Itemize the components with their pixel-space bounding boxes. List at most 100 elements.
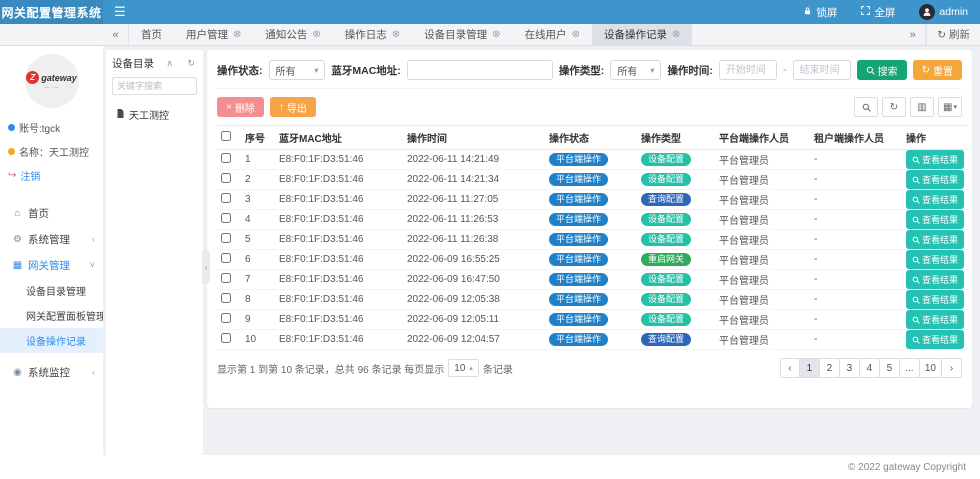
reset-icon: ↻ — [922, 65, 930, 76]
table-refresh-button[interactable]: ↻ — [882, 97, 906, 117]
tree-collapse-handle[interactable]: ‹ — [202, 250, 210, 284]
page-button[interactable]: › — [942, 358, 962, 378]
row-checkbox[interactable] — [221, 233, 231, 243]
view-result-button[interactable]: 查看结果 — [906, 210, 964, 229]
cell-tenant_user: - — [810, 290, 902, 310]
view-result-button[interactable]: 查看结果 — [906, 170, 964, 189]
sidebar-item-device-directory[interactable]: 设备目录管理 — [0, 278, 103, 303]
page-size-select[interactable]: 10 ▴ — [448, 359, 479, 377]
pagination-summary: 显示第 1 到第 10 条记录，总共 96 条记录 每页显示 — [217, 361, 444, 376]
table-columns-button[interactable]: ▦▾ — [938, 97, 962, 117]
account-row: 账号:tgck — [8, 120, 95, 135]
view-result-button[interactable]: 查看结果 — [906, 150, 964, 169]
page-button[interactable]: 10 — [920, 358, 942, 378]
tab-item[interactable]: 在线用户⊗ — [513, 24, 592, 45]
user-menu[interactable]: admin — [907, 0, 980, 24]
tabs-scroll-left-icon[interactable]: « — [103, 24, 129, 45]
lock-screen-button[interactable]: 锁屏 — [791, 0, 849, 24]
search-button[interactable]: 搜索 — [857, 60, 907, 80]
cell-seq: 6 — [241, 250, 275, 270]
row-checkbox[interactable] — [221, 333, 231, 343]
type-badge: 设备配置 — [641, 273, 691, 286]
type-badge: 设备配置 — [641, 293, 691, 306]
export-button[interactable]: ↑ 导出 — [270, 97, 316, 117]
tab-refresh-button[interactable]: ↻ 刷新 — [926, 24, 980, 45]
row-checkbox[interactable] — [221, 253, 231, 263]
tree-node[interactable]: 天工测控 — [112, 107, 197, 122]
page-button[interactable]: 5 — [880, 358, 900, 378]
row-checkbox[interactable] — [221, 313, 231, 323]
end-time-input[interactable] — [793, 60, 851, 80]
row-checkbox[interactable] — [221, 153, 231, 163]
status-badge: 平台端操作 — [549, 313, 608, 326]
sidebar-item-gateway[interactable]: ▦ 网关管理 ˅ — [0, 252, 103, 278]
sidebar-item-system[interactable]: ⚙ 系统管理 ‹ — [0, 226, 103, 252]
fullscreen-button[interactable]: 全屏 — [849, 0, 907, 24]
tab-close-icon[interactable]: ⊗ — [233, 29, 241, 40]
page-button[interactable]: 1 — [800, 358, 820, 378]
refresh-icon: ↻ — [937, 29, 946, 41]
view-result-button[interactable]: 查看结果 — [906, 230, 964, 249]
page-button[interactable]: 3 — [840, 358, 860, 378]
grid-icon: ▦ — [12, 260, 23, 271]
caret-up-icon: ▴ — [469, 364, 473, 372]
page-button[interactable]: 2 — [820, 358, 840, 378]
row-checkbox[interactable] — [221, 173, 231, 183]
cell-time: 2022-06-11 11:27:05 — [403, 190, 545, 210]
filter-bar: 操作状态: 所有 ▾ 蓝牙MAC地址: 操作类型: 所有 ▾ 操作时间: - — [217, 58, 962, 89]
cell-tenant_user: - — [810, 230, 902, 250]
table-row: 10E8:F0:1F:D3:51:462022-06-09 12:04:57平台… — [217, 330, 970, 350]
sidebar-item-home[interactable]: ⌂ 首页 — [0, 200, 103, 226]
cell-mac: E8:F0:1F:D3:51:46 — [275, 330, 403, 350]
tree-search-input[interactable] — [112, 77, 197, 95]
view-result-button[interactable]: 查看结果 — [906, 270, 964, 289]
operation-type-select[interactable]: 所有 ▾ — [610, 60, 661, 80]
tabs-scroll-right-icon[interactable]: » — [900, 24, 926, 45]
page-button[interactable]: 4 — [860, 358, 880, 378]
tree-refresh-icon[interactable]: ↻ — [185, 58, 197, 69]
tab-close-icon[interactable]: ⊗ — [312, 29, 320, 40]
tab-close-icon[interactable]: ⊗ — [572, 29, 580, 40]
view-result-button[interactable]: 查看结果 — [906, 310, 964, 329]
copyright: © 2022 gateway Copyright — [848, 462, 966, 473]
view-result-button[interactable]: 查看结果 — [906, 250, 964, 269]
tab-close-icon[interactable]: ⊗ — [392, 29, 400, 40]
sidebar-item-monitor[interactable]: ◉ 系统监控 ‹ — [0, 359, 103, 385]
page-button[interactable]: ... — [900, 358, 920, 378]
cell-seq: 4 — [241, 210, 275, 230]
sidebar-item-device-records[interactable]: 设备操作记录 — [0, 328, 103, 353]
tab-item[interactable]: 设备目录管理⊗ — [412, 24, 512, 45]
operation-status-select[interactable]: 所有 ▾ — [269, 60, 326, 80]
view-result-button[interactable]: 查看结果 — [906, 290, 964, 309]
view-result-button[interactable]: 查看结果 — [906, 190, 964, 209]
sidebar-toggle-icon[interactable]: ☰ — [103, 0, 137, 24]
select-all-checkbox[interactable] — [221, 131, 231, 141]
tab-item[interactable]: 首页 — [129, 24, 174, 45]
cell-platform_user: 平台管理员 — [715, 150, 810, 170]
collapse-up-icon[interactable]: ∧ — [164, 58, 175, 69]
table-toggle-view-button[interactable]: ▥ — [910, 97, 934, 117]
page-button[interactable]: ‹ — [780, 358, 800, 378]
tab-close-icon[interactable]: ⊗ — [672, 29, 680, 40]
reset-button[interactable]: ↻ 重置 — [913, 60, 962, 80]
view-result-button[interactable]: 查看结果 — [906, 330, 964, 349]
table-search-button[interactable] — [854, 97, 878, 117]
tab-item[interactable]: 用户管理⊗ — [174, 24, 253, 45]
tab-item[interactable]: 通知公告⊗ — [253, 24, 332, 45]
row-checkbox[interactable] — [221, 213, 231, 223]
sidebar-menu: ⌂ 首页 ⚙ 系统管理 ‹ ▦ 网关管理 ˅ 设备目录管理 网关配置面板管理 ‹… — [0, 200, 103, 385]
table-row: 9E8:F0:1F:D3:51:462022-06-09 12:05:11平台端… — [217, 310, 970, 330]
row-checkbox[interactable] — [221, 273, 231, 283]
row-checkbox[interactable] — [221, 293, 231, 303]
tab-close-icon[interactable]: ⊗ — [492, 29, 500, 40]
type-badge: 查询配置 — [641, 193, 691, 206]
logout-button[interactable]: ↪ 注销 — [8, 168, 95, 183]
tab-item[interactable]: 设备操作记录⊗ — [592, 24, 692, 45]
start-time-input[interactable] — [719, 60, 777, 80]
sidebar-item-gateway-panel[interactable]: 网关配置面板管理 ‹ — [0, 303, 103, 328]
mac-address-input[interactable] — [407, 60, 553, 80]
tab-item[interactable]: 操作日志⊗ — [333, 24, 412, 45]
avatar — [919, 4, 935, 20]
delete-button[interactable]: × 删除 — [217, 97, 264, 117]
row-checkbox[interactable] — [221, 193, 231, 203]
